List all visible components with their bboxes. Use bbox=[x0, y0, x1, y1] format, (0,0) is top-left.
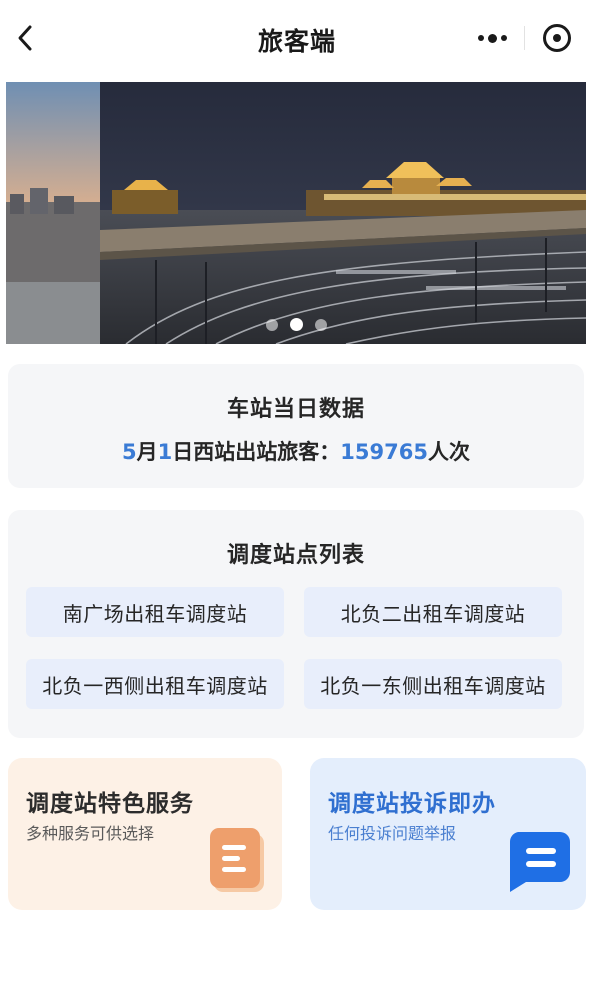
data-day: 1 bbox=[157, 440, 173, 464]
carousel-dot-1[interactable] bbox=[265, 318, 278, 331]
special-service-title: 调度站特色服务 bbox=[26, 791, 194, 817]
complaint-card[interactable]: 调度站投诉即办 任何投诉问题举报 bbox=[310, 758, 586, 910]
station-list-title: 调度站点列表 bbox=[226, 543, 365, 568]
data-month: 5 bbox=[122, 440, 137, 464]
complaint-subtitle: 任何投诉问题举报 bbox=[328, 824, 457, 843]
data-label: 日西站出站旅客： bbox=[172, 440, 341, 464]
carousel-indicator bbox=[6, 318, 586, 331]
complaint-title: 调度站投诉即办 bbox=[328, 791, 496, 817]
station-button-north-b1-west[interactable]: 北负一西侧出租车调度站 bbox=[26, 659, 284, 709]
banner-carousel[interactable] bbox=[6, 82, 586, 344]
special-service-card[interactable]: 调度站特色服务 多种服务可供选择 bbox=[8, 758, 282, 910]
data-month-unit: 月 bbox=[136, 440, 158, 464]
station-list-card: 调度站点列表 南广场出租车调度站 北负二出租车调度站 北负一西侧出租车调度站 北… bbox=[8, 510, 584, 738]
document-icon bbox=[210, 828, 266, 894]
daily-data-card: 车站当日数据 5月1日西站出站旅客：159765人次 bbox=[8, 364, 584, 488]
passenger-count-line: 5月1日西站出站旅客：159765人次 bbox=[8, 436, 584, 466]
station-button-north-b2[interactable]: 北负二出租车调度站 bbox=[304, 587, 562, 637]
chat-bubble-icon bbox=[506, 828, 572, 894]
target-close-icon[interactable] bbox=[525, 14, 588, 62]
station-button-north-b1-east[interactable]: 北负一东侧出租车调度站 bbox=[304, 659, 562, 709]
daily-data-title: 车站当日数据 bbox=[226, 397, 365, 422]
passenger-count-unit: 人次 bbox=[427, 440, 470, 464]
special-service-subtitle: 多种服务可供选择 bbox=[26, 824, 155, 843]
carousel-dot-3[interactable] bbox=[314, 318, 327, 331]
station-button-south-plaza[interactable]: 南广场出租车调度站 bbox=[26, 587, 284, 637]
mini-program-capsule bbox=[460, 14, 588, 62]
nav-bar: 旅客端 bbox=[0, 0, 594, 78]
more-dots-icon[interactable] bbox=[460, 14, 524, 62]
banner-image bbox=[6, 82, 586, 344]
carousel-dot-2[interactable] bbox=[289, 318, 303, 331]
passenger-count: 159765 bbox=[340, 440, 428, 464]
